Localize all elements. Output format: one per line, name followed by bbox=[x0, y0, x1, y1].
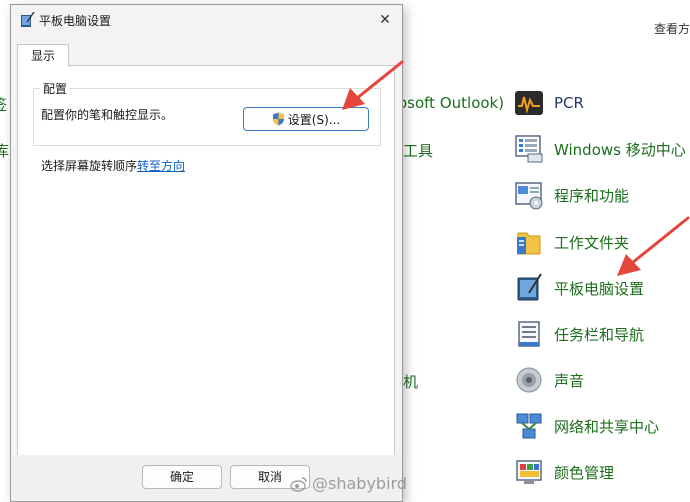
cp-item-mobility-center[interactable]: Windows 移动中心 bbox=[514, 132, 686, 166]
network-sharing-icon bbox=[514, 411, 544, 441]
setup-button-label: 设置(S)... bbox=[287, 112, 341, 127]
tablet-pc-settings-icon bbox=[19, 11, 35, 28]
programs-features-icon bbox=[514, 180, 544, 210]
partial-item-left-b[interactable]: 库 bbox=[0, 140, 9, 161]
ok-button[interactable]: 确定 bbox=[142, 465, 222, 489]
tablet-pc-settings-icon bbox=[514, 273, 544, 303]
cp-item-color-management-label: 颜色管理 bbox=[554, 463, 615, 482]
tablet-pc-settings-dialog: 平板电脑设置 ✕ 显示 配置 配置你的笔和触控显示。 设置(S)... 选择屏幕… bbox=[10, 4, 403, 502]
cp-item-programs-features-label: 程序和功能 bbox=[554, 186, 630, 205]
watermark: @shabybird bbox=[290, 474, 407, 493]
cp-item-taskbar-navigation-label: 任务栏和导航 bbox=[554, 325, 645, 344]
cp-item-programs-features[interactable]: 程序和功能 bbox=[514, 178, 629, 212]
mobility-center-icon bbox=[514, 134, 544, 164]
cp-item-pcr-label: PCR bbox=[554, 94, 584, 112]
configure-group-title: 配置 bbox=[40, 80, 71, 97]
cp-item-sound-label: 声音 bbox=[554, 371, 585, 390]
weibo-logo-icon bbox=[290, 476, 307, 492]
tab-panel-display: 配置 配置你的笔和触控显示。 设置(S)... 选择屏幕旋转顺序转至方向 bbox=[17, 65, 395, 457]
cp-item-pcr[interactable]: PCR bbox=[514, 86, 584, 120]
partial-item-tools[interactable]: 工具 bbox=[403, 140, 433, 161]
cp-item-network-sharing[interactable]: 网络和共享中心 bbox=[514, 409, 659, 443]
dialog-titlebar[interactable]: 平板电脑设置 ✕ bbox=[11, 5, 402, 35]
taskbar-navigation-icon bbox=[514, 319, 544, 349]
setup-button[interactable]: 设置(S)... bbox=[243, 107, 369, 131]
cp-item-network-sharing-label: 网络和共享中心 bbox=[554, 417, 660, 436]
partial-item-outlook[interactable]: osoft Outlook) bbox=[398, 94, 504, 112]
cp-item-taskbar-navigation[interactable]: 任务栏和导航 bbox=[514, 317, 644, 351]
cp-item-work-folders[interactable]: 工作文件夹 bbox=[514, 225, 629, 259]
rotation-prefix: 选择屏幕旋转顺序 bbox=[41, 159, 138, 173]
watermark-text: @shabybird bbox=[312, 474, 407, 493]
go-to-orientation-link[interactable]: 转至方向 bbox=[137, 159, 185, 173]
close-icon: ✕ bbox=[379, 12, 391, 28]
cp-item-color-management[interactable]: 颜色管理 bbox=[514, 455, 614, 489]
dialog-title: 平板电脑设置 bbox=[39, 14, 112, 28]
sound-icon bbox=[514, 365, 544, 395]
partial-item-left-a[interactable]: 签 bbox=[0, 94, 7, 115]
tab-display[interactable]: 显示 bbox=[17, 44, 69, 67]
partial-item-machine[interactable]: 机 bbox=[403, 371, 418, 392]
work-folders-icon bbox=[514, 227, 544, 257]
rotation-row: 选择屏幕旋转顺序转至方向 bbox=[41, 157, 185, 174]
color-management-icon bbox=[514, 457, 544, 487]
cp-item-tablet-pc-settings[interactable]: 平板电脑设置 bbox=[514, 271, 644, 305]
cp-item-mobility-center-label: Windows 移动中心 bbox=[554, 140, 686, 159]
configure-group: 配置 配置你的笔和触控显示。 设置(S)... bbox=[33, 80, 381, 146]
close-button[interactable]: ✕ bbox=[374, 9, 396, 31]
cp-item-tablet-pc-settings-label: 平板电脑设置 bbox=[554, 279, 645, 298]
view-by-label[interactable]: 查看方 bbox=[654, 20, 690, 37]
cp-item-work-folders-label: 工作文件夹 bbox=[554, 233, 630, 252]
uac-shield-icon bbox=[272, 112, 284, 126]
configure-description: 配置你的笔和触控显示。 bbox=[41, 108, 174, 122]
cp-item-sound[interactable]: 声音 bbox=[514, 363, 584, 397]
pcr-icon bbox=[514, 88, 544, 118]
